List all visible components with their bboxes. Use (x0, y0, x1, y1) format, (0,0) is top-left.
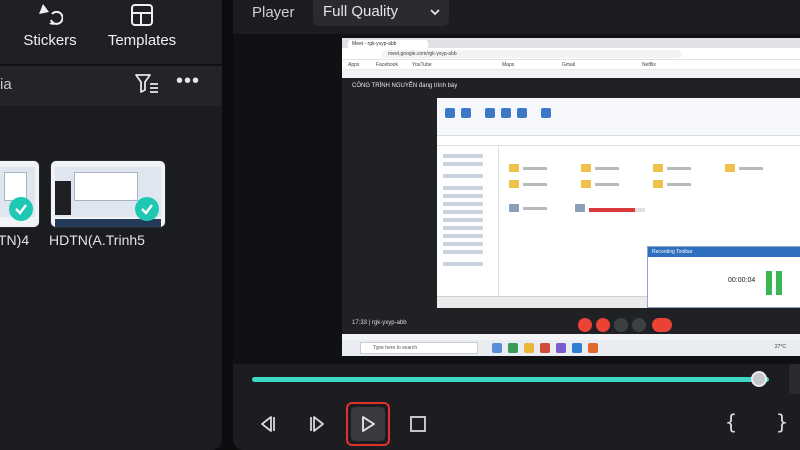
windows-taskbar: Type here to search 27°C (342, 340, 800, 356)
captions-icon (614, 318, 628, 332)
windows-search: Type here to search (360, 342, 478, 354)
player-title: Player (252, 4, 295, 21)
asset-toolbar: Stickers Templates (0, 0, 222, 64)
media-item-1[interactable] (0, 160, 40, 228)
present-icon (632, 318, 646, 332)
mic-off-icon (578, 318, 592, 332)
templates-tool[interactable]: Templates (104, 0, 180, 64)
bookmark-item: Apps (348, 62, 360, 68)
stop-icon (410, 416, 426, 432)
stop-button[interactable] (401, 407, 435, 441)
media-item-caption: HDTN(A.Trinh5 (49, 232, 145, 248)
check-icon (9, 197, 33, 221)
film-strip-icon (55, 181, 71, 215)
video-preview[interactable]: Meet - rgk-yxyp-abb meet.google.com/rgk-… (342, 38, 800, 356)
play-icon (362, 416, 375, 432)
templates-icon (130, 2, 154, 28)
stickers-tool[interactable]: Stickers (18, 0, 82, 64)
mark-out-button[interactable]: } (776, 410, 788, 434)
filter-sort-icon[interactable] (134, 72, 160, 101)
next-frame-icon (310, 416, 324, 432)
meeting-view: CÔNG TRÌNH NGUYỄN đang trình bày Recordi… (342, 78, 800, 334)
bookmark-item: Facebook (376, 62, 398, 68)
media-panel: Stickers Templates ia ••• TN)4 HDTN(A.Tr… (0, 0, 222, 450)
media-item-caption: TN)4 (0, 232, 30, 248)
bookmark-item: Maps (502, 62, 515, 68)
browser-tab: Meet - rgk-yxyp-abb (348, 40, 428, 48)
play-button-face (351, 407, 385, 441)
windows-clock: 27°C (774, 344, 786, 350)
timeline-scrubber[interactable] (252, 377, 769, 382)
recording-toolbar-title: Recording Toolbar (648, 247, 800, 257)
chevron-down-icon (429, 5, 441, 23)
bookmark-item: Netflix (642, 62, 656, 68)
recording-duration: 00:00:04 (728, 277, 756, 284)
media-header: ia ••• (0, 66, 222, 106)
next-frame-button[interactable] (301, 407, 335, 441)
previous-frame-button[interactable] (250, 407, 284, 441)
check-icon (135, 197, 159, 221)
timeline-end-cap (789, 364, 800, 394)
browser-url: meet.google.com/rgk-yxyp-abb (382, 50, 682, 58)
presenting-label: CÔNG TRÌNH NGUYỄN đang trình bày (352, 83, 458, 89)
stickers-label: Stickers (23, 32, 77, 49)
drive-usage-bar (589, 208, 645, 212)
media-header-label: ia (0, 76, 12, 93)
media-grid (0, 106, 222, 450)
explorer-address-bar (437, 136, 800, 146)
quality-dropdown[interactable]: Full Quality (313, 0, 449, 26)
camera-off-icon (596, 318, 610, 332)
meeting-controls: 17:33 | rgk-yxyp-abb (342, 316, 800, 334)
bookmark-item: Gmail (562, 62, 576, 68)
stickers-icon (37, 2, 63, 28)
recording-toolbar: Recording Toolbar 00:00:04 (647, 246, 800, 308)
templates-label: Templates (107, 32, 177, 49)
more-options-icon[interactable]: ••• (176, 70, 200, 93)
end-call-icon (652, 318, 672, 332)
explorer-ribbon (437, 98, 800, 136)
player-header: Player Full Quality (233, 0, 800, 34)
playhead-handle[interactable] (750, 371, 767, 387)
media-item-2[interactable] (50, 160, 166, 228)
previous-frame-icon (261, 416, 275, 432)
browser-bookmarks: Apps Facebook YouTube Maps Gmail Netflix (342, 60, 800, 70)
browser-address-bar: meet.google.com/rgk-yxyp-abb (342, 48, 800, 60)
explorer-nav-pane (437, 146, 499, 296)
mark-in-button[interactable]: { (725, 410, 737, 434)
browser-tab-strip: Meet - rgk-yxyp-abb (342, 38, 800, 48)
bookmark-item: YouTube (412, 62, 432, 68)
meeting-time: 17:33 | rgk-yxyp-abb (352, 320, 407, 326)
quality-value: Full Quality (323, 3, 399, 20)
player-panel: Player Full Quality Meet - rgk-yxyp-abb … (233, 0, 800, 450)
play-button[interactable] (346, 402, 390, 446)
